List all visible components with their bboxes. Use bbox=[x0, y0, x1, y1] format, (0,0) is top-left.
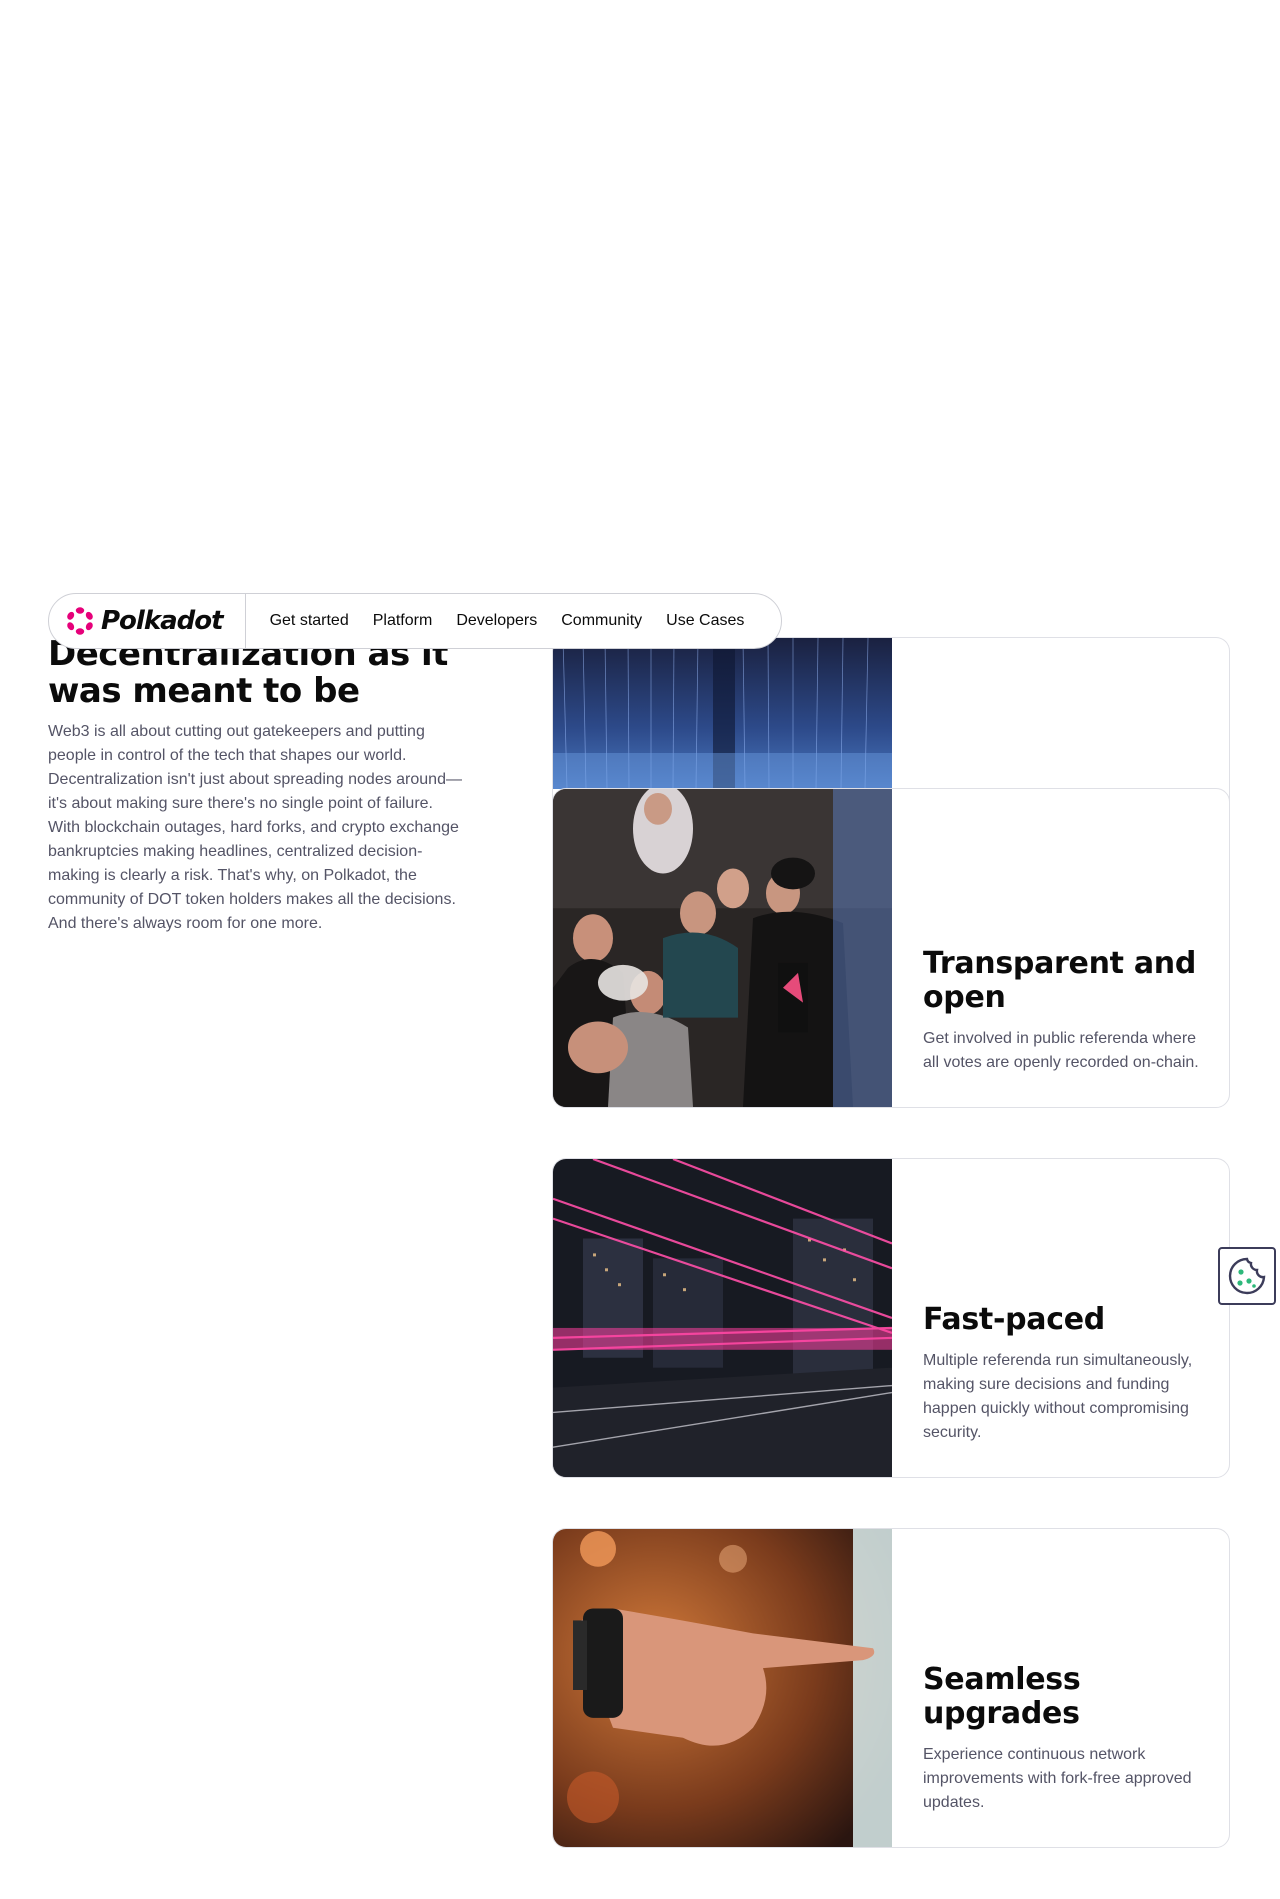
page: Polkadot Get started Platform Developers… bbox=[0, 0, 1280, 1899]
card-title: Transparent and open bbox=[923, 946, 1197, 1015]
nav-item-developers[interactable]: Developers bbox=[456, 612, 537, 630]
nav-item-platform[interactable]: Platform bbox=[373, 612, 433, 630]
card-text: Transparent and open Get involved in pub… bbox=[892, 789, 1229, 1107]
card-title: Fast-paced bbox=[923, 1302, 1105, 1337]
polkadot-logo-icon bbox=[67, 607, 93, 635]
feature-card-seamless-upgrades: Seamless upgrades Experience continuous … bbox=[552, 1528, 1230, 1848]
card-text: Fast-paced Multiple referenda run simult… bbox=[892, 1159, 1229, 1477]
feature-card-transparent: Transparent and open Get involved in pub… bbox=[552, 788, 1230, 1108]
cookie-settings-button[interactable] bbox=[1218, 1247, 1276, 1305]
card-text: Seamless upgrades Experience continuous … bbox=[892, 1529, 1229, 1847]
nav-menu: Get started Platform Developers Communit… bbox=[246, 612, 745, 630]
section-body: Web3 is all about cutting out gatekeeper… bbox=[48, 723, 462, 932]
feature-card-fast-paced: Fast-paced Multiple referenda run simult… bbox=[552, 1158, 1230, 1478]
card-description: Get involved in public referenda where a… bbox=[923, 1030, 1199, 1071]
crowd-photo-image bbox=[553, 789, 892, 1107]
top-navigation: Polkadot Get started Platform Developers… bbox=[48, 593, 782, 649]
light-trails-photo-image bbox=[553, 1159, 892, 1477]
card-description: Experience continuous network improvemen… bbox=[923, 1746, 1192, 1811]
card-title: Seamless upgrades bbox=[923, 1662, 1081, 1731]
card-description: Multiple referenda run simultaneously, m… bbox=[923, 1352, 1193, 1441]
brand-logo[interactable]: Polkadot bbox=[49, 594, 246, 648]
nav-item-community[interactable]: Community bbox=[561, 612, 642, 630]
brand-name: Polkadot bbox=[101, 606, 224, 636]
pointing-hand-photo-image bbox=[553, 1529, 892, 1847]
data-lights-image bbox=[553, 638, 892, 789]
cookie-icon bbox=[1228, 1257, 1266, 1295]
nav-item-use-cases[interactable]: Use Cases bbox=[666, 612, 744, 630]
card-partial-previous bbox=[552, 637, 1230, 807]
nav-item-get-started[interactable]: Get started bbox=[270, 612, 349, 630]
